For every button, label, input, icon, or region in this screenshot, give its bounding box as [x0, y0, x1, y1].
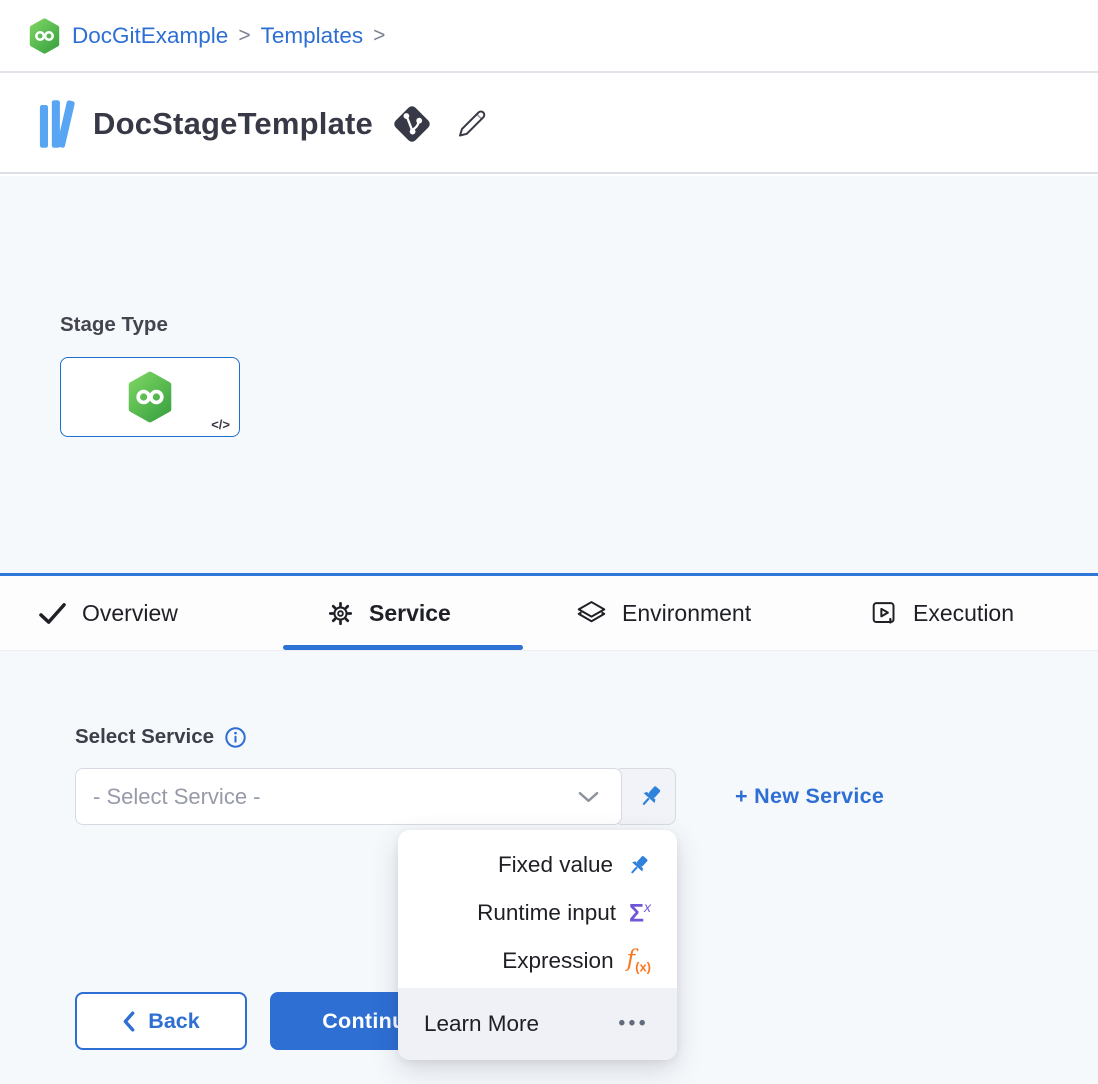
tab-label: Overview [82, 600, 178, 627]
ellipsis-icon: ••• [619, 1013, 649, 1035]
stage-tabbar: Overview Service [0, 576, 1098, 651]
learn-more-row[interactable]: Learn More ••• [398, 988, 677, 1060]
breadcrumb: DocGitExample > Templates > [0, 0, 1098, 73]
tab-execution[interactable]: Execution [871, 576, 1014, 650]
breadcrumb-separator: > [373, 24, 385, 48]
value-type-menu-items: Fixed value Runtime input Σx [398, 830, 677, 988]
check-icon [38, 601, 67, 626]
fx-icon: f(x) [627, 948, 651, 974]
tab-overview[interactable]: Overview [38, 576, 178, 650]
chevron-down-icon [578, 791, 599, 803]
pin-icon [637, 783, 664, 810]
stage-type-section: Stage Type </> [0, 176, 1098, 573]
pin-icon [626, 853, 651, 878]
learn-more-label: Learn More [424, 1011, 539, 1037]
back-button[interactable]: Back [75, 992, 247, 1050]
tab-environment[interactable]: Environment [576, 576, 751, 650]
deploy-stage-type-card[interactable]: </> [60, 357, 240, 437]
menu-item-fixed-value[interactable]: Fixed value [398, 841, 677, 889]
info-icon[interactable] [224, 726, 247, 749]
sigma-icon: Σx [629, 900, 651, 926]
tab-service[interactable]: Service [327, 576, 451, 650]
tab-label: Environment [622, 600, 751, 627]
menu-item-label: Fixed value [498, 852, 613, 878]
code-glyph: </> [211, 417, 230, 432]
value-type-toggle-button[interactable] [614, 768, 676, 825]
page-title: DocStageTemplate [93, 106, 373, 142]
chevron-left-icon [122, 1011, 135, 1032]
harness-hexagon-icon [28, 18, 61, 54]
select-service-label: Select Service [75, 725, 214, 749]
service-select-placeholder: - Select Service - [93, 784, 261, 810]
select-service-label-row: Select Service [75, 725, 247, 749]
play-square-icon [871, 600, 898, 627]
breadcrumb-templates-link[interactable]: Templates [261, 23, 364, 49]
stage-template-page: DocGitExample > Templates > DocStageTemp… [0, 0, 1098, 1084]
template-library-icon [38, 98, 78, 150]
menu-item-expression[interactable]: Expression f(x) [398, 937, 677, 985]
value-type-menu: Fixed value Runtime input Σx [398, 830, 677, 1060]
service-select[interactable]: - Select Service - [75, 768, 622, 825]
git-remote-icon [389, 101, 435, 147]
menu-item-label: Runtime input [477, 900, 616, 926]
harness-cd-hexagon-icon [126, 371, 174, 423]
new-service-link[interactable]: + New Service [735, 768, 884, 825]
template-header: DocStageTemplate [0, 75, 1098, 174]
layers-icon [576, 599, 607, 627]
gear-icon [327, 600, 354, 627]
tab-label: Execution [913, 600, 1014, 627]
breadcrumb-project-link[interactable]: DocGitExample [72, 23, 228, 49]
edit-pencil-icon[interactable] [453, 106, 489, 142]
back-button-label: Back [148, 1009, 199, 1034]
breadcrumb-separator: > [238, 24, 250, 48]
menu-item-label: Expression [502, 948, 613, 974]
active-tab-underline [283, 645, 523, 650]
service-tab-panel: Select Service [0, 651, 1098, 1084]
menu-item-runtime-input[interactable]: Runtime input Σx [398, 889, 677, 937]
tab-label: Service [369, 600, 451, 627]
stage-type-label: Stage Type [60, 313, 168, 337]
